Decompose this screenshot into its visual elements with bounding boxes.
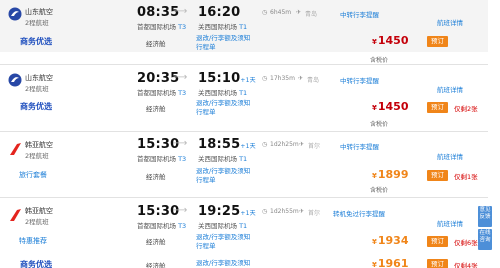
departure-airport: 首都国际机场 T3	[137, 155, 187, 163]
flight-details-link[interactable]: 航班详情	[437, 84, 463, 94]
shandong-airlines-logo-icon	[8, 7, 22, 21]
seats-left: 仅剩4张	[454, 262, 478, 268]
arrow-right-icon: ⟶	[173, 205, 188, 216]
departure-airport: 首都国际机场 T3	[137, 222, 187, 230]
tax-included-label: 含税价	[370, 121, 389, 128]
transfer-baggage-link[interactable]: 中转行李提醒	[340, 9, 379, 19]
flight-duration: 1d2h55m	[270, 208, 299, 215]
clock-icon: ◷	[262, 9, 268, 16]
arrival-airport: 关西国际机场 T1	[198, 89, 248, 97]
transfer-baggage-link[interactable]: 中转行李提醒	[340, 75, 379, 85]
book-button[interactable]: 预订	[427, 170, 448, 181]
flight-details-link[interactable]: 航班详情	[437, 218, 463, 228]
arrow-right-icon: ⟶	[173, 138, 188, 149]
promo-tag: 商务优选	[20, 260, 52, 268]
cabin-class: 经济舱	[146, 262, 166, 268]
airline-name: 山东航空	[25, 8, 53, 16]
itinerary-link[interactable]: 行程单	[196, 175, 216, 185]
flight-card: 山东航空 2程航班 20:35 ⟶ 15:10+1天 首都国际机场 T3 关西国…	[0, 65, 488, 128]
flight-card: 山东航空 2程航班 08:35 ⟶ 16:20 首都国际机场 T3 关西国际机场…	[0, 0, 488, 64]
clock-icon: ◷	[262, 141, 268, 148]
cabin-class: 经济舱	[146, 40, 166, 48]
book-button[interactable]: 预订	[427, 259, 448, 268]
shandong-airlines-logo-icon	[8, 73, 22, 87]
itinerary-link[interactable]: 行程单	[196, 241, 216, 251]
flight-details-link[interactable]: 航班详情	[437, 17, 463, 27]
book-button[interactable]: 预订	[427, 102, 448, 113]
price: ¥1961	[372, 258, 409, 268]
stopover-city: 首尔	[308, 210, 321, 217]
promo-tag: 商务优选	[20, 37, 52, 46]
flight-duration: 1d2h25m	[270, 141, 299, 148]
transfer-baggage-link[interactable]: 转机免过行李提醒	[333, 208, 385, 218]
price: ¥1934	[372, 234, 409, 247]
arrival-time: 19:25+1天	[198, 204, 256, 219]
tax-included-label: 含税价	[370, 187, 389, 194]
online-consult-button[interactable]: 在线咨询	[478, 229, 492, 250]
itinerary-link[interactable]: 行程单	[196, 107, 216, 117]
departure-airport: 首都国际机场 T3	[137, 89, 187, 97]
transfer-baggage-link[interactable]: 中转行李提醒	[340, 141, 379, 151]
cabin-class: 经济舱	[146, 173, 166, 181]
arrival-airport: 关西国际机场 T1	[198, 222, 248, 230]
flight-type: 2程航班	[25, 19, 49, 27]
airline-name: 韩亚航空	[25, 141, 53, 149]
book-button[interactable]: 预订	[427, 236, 448, 247]
flight-details-link[interactable]: 航班详情	[437, 151, 463, 161]
arrival-airport: 关西国际机场 T1	[198, 23, 248, 31]
asiana-airlines-logo-icon	[10, 143, 21, 155]
plane-icon: ✈	[298, 75, 304, 82]
flight-card: 韩亚航空 2程航班 15:30 ⟶ 19:25+1天 首都国际机场 T3 关西国…	[0, 198, 488, 258]
airline-name: 山东航空	[25, 74, 53, 82]
feedback-button[interactable]: 意见反馈	[478, 206, 492, 227]
asiana-airlines-logo-icon	[10, 209, 21, 221]
arrival-time: 16:20	[198, 5, 241, 20]
plane-icon: ✈	[296, 9, 302, 16]
seats-left: 仅剩2张	[454, 105, 478, 113]
price: ¥1450	[372, 34, 409, 47]
flight-duration: 6h45m	[270, 9, 292, 16]
rules-baggage-link[interactable]: 退改/行李额及须知	[196, 258, 250, 268]
flight-card-partial: 商务优选 经济舱 退改/行李额及须知 ¥1961 预订 仅剩4张	[0, 258, 488, 268]
flight-type: 2程航班	[25, 85, 49, 93]
promo-tag: 特惠推荐	[19, 237, 47, 245]
plane-icon: ✈	[299, 141, 305, 148]
flight-type: 2程航班	[25, 218, 49, 226]
itinerary-link[interactable]: 行程单	[196, 42, 216, 52]
arrival-time: 18:55+1天	[198, 137, 256, 152]
clock-icon: ◷	[262, 208, 268, 215]
stopover-city: 首尔	[308, 143, 321, 150]
promo-tag: 旅行套餐	[19, 171, 47, 179]
airline-name: 韩亚航空	[25, 207, 53, 215]
price: ¥1899	[372, 168, 409, 181]
arrival-time: 15:10+1天	[198, 71, 256, 86]
cabin-class: 经济舱	[146, 105, 166, 113]
stopover-city: 青岛	[305, 11, 318, 18]
flight-card: 韩亚航空 2程航班 15:30 ⟶ 18:55+1天 首都国际机场 T3 关西国…	[0, 132, 488, 194]
seats-left: 仅剩1张	[454, 173, 478, 181]
arrival-airport: 关西国际机场 T1	[198, 155, 248, 163]
arrow-right-icon: ⟶	[173, 6, 188, 17]
tax-included-label: 含税价	[370, 57, 389, 64]
price: ¥1450	[372, 100, 409, 113]
departure-airport: 首都国际机场 T3	[137, 23, 187, 31]
book-button[interactable]: 预订	[427, 36, 448, 47]
plane-icon: ✈	[299, 208, 305, 215]
clock-icon: ◷	[262, 75, 268, 82]
cabin-class: 经济舱	[146, 238, 166, 246]
flight-type: 2程航班	[25, 152, 49, 160]
arrow-right-icon: ⟶	[173, 72, 188, 83]
seats-left: 仅剩6张	[454, 239, 478, 247]
flight-duration: 17h35m	[270, 75, 295, 82]
stopover-city: 青岛	[307, 77, 320, 84]
promo-tag: 商务优选	[20, 102, 52, 111]
